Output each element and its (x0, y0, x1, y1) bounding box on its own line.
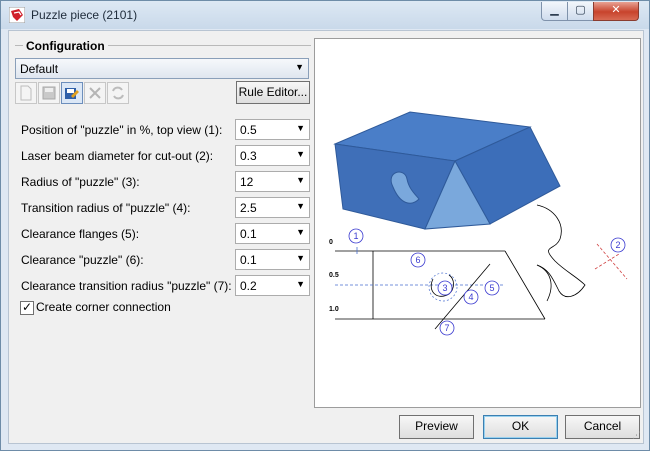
save-icon (42, 86, 56, 100)
new-config-button[interactable] (15, 82, 37, 104)
param-label-clearance-puzzle: Clearance "puzzle" (6): (21, 253, 144, 267)
refresh-icon (112, 86, 124, 100)
param-label-puzzle-radius: Radius of "puzzle" (3): (21, 175, 140, 189)
dialog-window: Puzzle piece (2101) ▁ ▢ ✕ Configuration … (0, 0, 650, 451)
svg-text:1: 1 (353, 231, 358, 241)
minimize-icon: ▁ (550, 4, 559, 16)
puzzle-outline-lower (536, 264, 552, 302)
param-select-clearance-flanges[interactable]: 0.1 ▼ (235, 223, 310, 244)
chevron-down-icon: ▼ (295, 62, 304, 72)
puzzle-diagram: 0 0.5 1.0 1 2 3 4 5 6 7 (329, 111, 628, 336)
param-label-position: Position of "puzzle" in %, top view (1): (21, 123, 223, 137)
delete-config-button[interactable] (84, 82, 106, 104)
close-button[interactable]: ✕ (593, 2, 639, 21)
configuration-select-value: Default (20, 62, 59, 76)
configuration-group-title: Configuration (23, 39, 108, 53)
rule-editor-button[interactable]: Rule Editor... (236, 81, 310, 104)
resize-grip-icon[interactable]: ⋰ (632, 430, 641, 441)
app-icon (9, 7, 25, 23)
window-title: Puzzle piece (2101) (31, 8, 138, 22)
ok-button[interactable]: OK (483, 415, 558, 439)
param-value-transition-radius: 2.5 (240, 201, 257, 215)
new-document-icon (20, 85, 32, 101)
maximize-icon: ▢ (575, 4, 586, 16)
minimize-button[interactable]: ▁ (541, 2, 568, 21)
param-value-position: 0.5 (240, 123, 257, 137)
chevron-down-icon: ▼ (296, 201, 305, 211)
param-value-clearance-flanges: 0.1 (240, 227, 257, 241)
chevron-down-icon: ▼ (296, 123, 305, 133)
save-as-icon (65, 88, 79, 99)
preview-button[interactable]: Preview (399, 415, 474, 439)
callout-7: 7 (439, 320, 455, 336)
svg-text:5: 5 (489, 283, 494, 293)
chevron-down-icon: ▼ (296, 227, 305, 237)
svg-text:6: 6 (415, 255, 420, 265)
puzzle-outline (536, 204, 586, 298)
chevron-down-icon: ▼ (296, 175, 305, 185)
preview-panel: 0 0.5 1.0 1 2 3 4 5 6 7 (314, 38, 641, 408)
checkmark-icon: ✓ (22, 300, 33, 314)
callout-5: 5 (484, 280, 500, 296)
callout-2: 2 (610, 237, 626, 253)
callout-1: 1 (348, 228, 364, 244)
svg-text:7: 7 (444, 323, 449, 333)
dialog-content: Configuration Default ▼ Rule Editor... P… (8, 30, 644, 444)
param-value-clearance-transition: 0.2 (240, 279, 257, 293)
close-icon: ✕ (611, 4, 621, 16)
param-label-laser-diameter: Laser beam diameter for cut-out (2): (21, 149, 214, 163)
callout-4: 4 (463, 289, 479, 305)
configuration-select[interactable]: Default ▼ (15, 58, 309, 79)
scale-label-0: 0 (329, 239, 333, 246)
param-label-clearance-flanges: Clearance flanges (5): (21, 227, 140, 241)
refresh-config-button[interactable] (107, 82, 129, 104)
param-value-laser-diameter: 0.3 (240, 149, 257, 163)
delete-icon (89, 87, 101, 99)
chevron-down-icon: ▼ (296, 279, 305, 289)
save-config-button[interactable] (38, 82, 60, 104)
title-bar[interactable]: Puzzle piece (2101) ▁ ▢ ✕ (1, 1, 649, 29)
svg-text:2: 2 (615, 240, 620, 250)
callout-6: 6 (410, 252, 426, 268)
save-as-config-button[interactable] (61, 82, 83, 104)
param-value-puzzle-radius: 12 (240, 175, 254, 189)
maximize-button[interactable]: ▢ (567, 2, 594, 21)
chevron-down-icon: ▼ (296, 149, 305, 159)
callout-3: 3 (437, 280, 453, 296)
param-select-laser-diameter[interactable]: 0.3 ▼ (235, 145, 310, 166)
param-select-transition-radius[interactable]: 2.5 ▼ (235, 197, 310, 218)
param-select-puzzle-radius[interactable]: 12 ▼ (235, 171, 310, 192)
svg-text:3: 3 (442, 283, 447, 293)
scale-label-05: 0.5 (329, 272, 339, 279)
cancel-button[interactable]: Cancel (565, 415, 640, 439)
corner-connection-checkbox[interactable]: ✓ (20, 300, 34, 315)
param-value-clearance-puzzle: 0.1 (240, 253, 257, 267)
param-select-clearance-transition[interactable]: 0.2 ▼ (235, 275, 310, 296)
corner-connection-label[interactable]: Create corner connection (36, 300, 171, 314)
param-label-transition-radius: Transition radius of "puzzle" (4): (21, 201, 191, 215)
param-select-clearance-puzzle[interactable]: 0.1 ▼ (235, 249, 310, 270)
chevron-down-icon: ▼ (296, 253, 305, 263)
param-select-position[interactable]: 0.5 ▼ (235, 119, 310, 140)
svg-text:4: 4 (468, 292, 473, 302)
param-label-clearance-transition: Clearance transition radius "puzzle" (7)… (21, 279, 232, 293)
scale-label-10: 1.0 (329, 306, 339, 313)
drawing-diagonal (504, 250, 546, 320)
